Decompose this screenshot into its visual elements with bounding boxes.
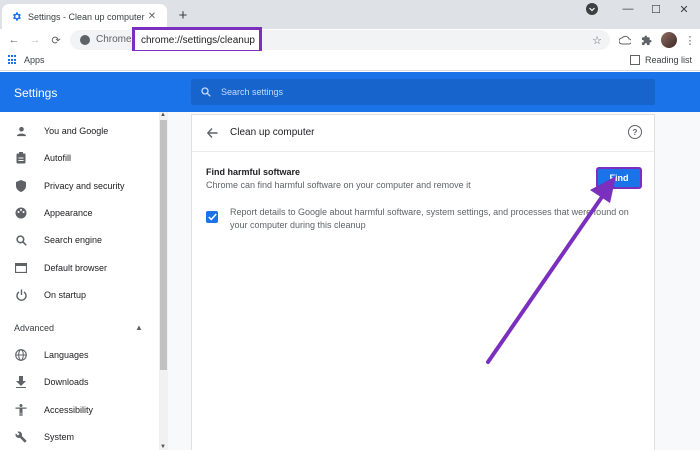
reading-list-icon (629, 55, 640, 65)
settings-header: Settings (0, 72, 700, 112)
find-harmful-software-description: Chrome can find harmful software on your… (206, 180, 471, 190)
maximize-button[interactable]: ☐ (642, 0, 670, 18)
search-input[interactable] (221, 87, 621, 97)
globe-icon (14, 348, 28, 362)
sidebar-item-appearance[interactable]: Appearance (0, 202, 160, 224)
cloud-icon[interactable] (617, 32, 633, 48)
clipboard-icon (14, 151, 28, 165)
tab-strip: Settings - Clean up computer ✕ + — ☐ ✕ (0, 0, 700, 29)
power-icon (14, 288, 28, 302)
sidebar-item-label: Languages (44, 350, 89, 360)
accessibility-icon (14, 403, 28, 417)
new-tab-button[interactable]: + (173, 5, 193, 25)
minimize-button[interactable]: — (614, 0, 642, 18)
sidebar-item-privacy[interactable]: Privacy and security (0, 175, 160, 197)
profile-dropdown-icon[interactable] (578, 0, 606, 18)
scrollbar-thumb[interactable] (160, 120, 167, 370)
sidebar-item-default-browser[interactable]: Default browser (0, 257, 160, 279)
search-icon (199, 85, 213, 99)
bookmarks-bar: Apps Reading list (0, 51, 700, 71)
back-button[interactable]: ← (6, 32, 22, 48)
search-icon (14, 233, 28, 247)
sidebar-item-label: Accessibility (44, 405, 94, 415)
sidebar-item-label: Appearance (44, 208, 93, 218)
site-info[interactable]: Chrome (80, 34, 132, 45)
sidebar-item-label: On startup (44, 290, 87, 300)
shield-icon (14, 179, 28, 193)
apps-shortcut[interactable]: Apps (8, 55, 45, 65)
site-label: Chrome (96, 34, 132, 45)
back-arrow-icon[interactable] (204, 125, 220, 141)
sidebar-scrollbar[interactable]: ▲ ▼ (159, 112, 168, 450)
find-harmful-software-title: Find harmful software (206, 167, 301, 177)
site-info-icon (80, 34, 90, 45)
help-icon[interactable]: ? (628, 125, 642, 139)
cleanup-card: Clean up computer ? Find harmful softwar… (191, 114, 655, 450)
advanced-section-toggle[interactable]: Advanced (14, 323, 54, 333)
scroll-down-arrow-icon[interactable]: ▼ (160, 444, 166, 450)
report-checkbox[interactable] (206, 211, 218, 223)
gear-icon (10, 11, 22, 23)
url-text: chrome://settings/cleanup (141, 34, 255, 46)
person-icon (14, 124, 28, 138)
bookmark-star-icon[interactable]: ☆ (589, 32, 605, 48)
section-title: Clean up computer (230, 127, 315, 138)
sidebar-item-downloads[interactable]: Downloads (0, 371, 160, 393)
menu-icon[interactable]: ⋮ (682, 32, 698, 48)
url-field[interactable]: chrome://settings/cleanup (132, 27, 262, 53)
sidebar-item-search-engine[interactable]: Search engine (0, 229, 160, 251)
chevron-up-icon[interactable]: ▲ (135, 323, 143, 332)
find-button[interactable]: Find (596, 167, 642, 189)
reading-list-label: Reading list (644, 55, 692, 65)
tab-title: Settings - Clean up computer (28, 11, 145, 22)
reading-list-button[interactable]: Reading list (629, 55, 692, 65)
sidebar-item-autofill[interactable]: Autofill (0, 147, 160, 169)
reload-button[interactable]: ⟳ (48, 32, 64, 48)
sidebar-item-label: System (44, 432, 75, 442)
sidebar-item-label: Search engine (44, 235, 103, 245)
palette-icon (14, 206, 28, 220)
sidebar-item-label: Privacy and security (44, 181, 125, 191)
sidebar-item-you-and-google[interactable]: You and Google (0, 120, 160, 142)
apps-label: Apps (24, 55, 45, 65)
page-title: Settings (14, 86, 58, 100)
scroll-up-arrow-icon[interactable]: ▲ (160, 112, 166, 118)
extensions-icon[interactable] (638, 32, 654, 48)
apps-grid-icon (8, 55, 18, 65)
sidebar-item-on-startup[interactable]: On startup (0, 284, 160, 306)
sidebar-item-label: Default browser (44, 263, 108, 273)
sidebar-item-languages[interactable]: Languages (0, 344, 160, 366)
forward-button[interactable]: → (27, 32, 43, 48)
wrench-icon (14, 430, 28, 444)
window-close-button[interactable]: ✕ (670, 0, 698, 18)
browser-icon (14, 261, 28, 275)
tab-settings[interactable]: Settings - Clean up computer ✕ (2, 4, 167, 29)
divider (192, 151, 654, 152)
sidebar-item-system[interactable]: System (0, 426, 160, 448)
sidebar-item-accessibility[interactable]: Accessibility (0, 399, 160, 421)
download-icon (14, 375, 28, 389)
sidebar-item-label: Autofill (44, 153, 72, 163)
sidebar: You and Google Autofill Privacy and secu… (0, 112, 168, 450)
search-box[interactable] (191, 79, 655, 105)
avatar[interactable] (661, 32, 677, 48)
sidebar-item-label: Downloads (44, 377, 89, 387)
tab-close-icon[interactable]: ✕ (145, 10, 159, 24)
sidebar-item-label: You and Google (44, 126, 109, 136)
report-details-label: Report details to Google about harmful s… (230, 207, 629, 230)
